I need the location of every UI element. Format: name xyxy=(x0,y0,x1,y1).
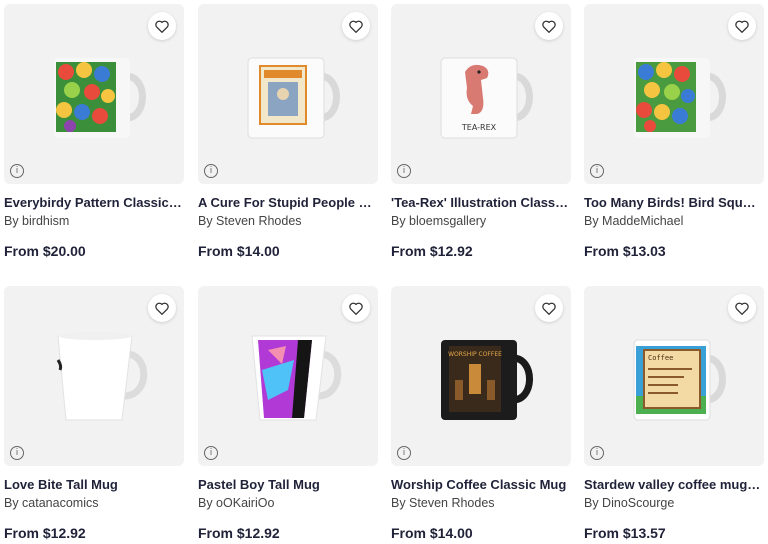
favorite-button[interactable] xyxy=(148,294,176,322)
product-price: From $14.00 xyxy=(198,243,280,259)
product-artist[interactable]: By oOKairiOo xyxy=(198,496,378,510)
product-card[interactable]: i Love Bite Tall Mug By catanacomics Fro… xyxy=(4,286,184,541)
product-price: From $12.92 xyxy=(198,525,280,541)
product-grid: i Everybirdy Pattern Classic Mug By bird… xyxy=(0,0,768,544)
heart-outline-icon xyxy=(735,302,749,315)
mug-pastel-tall-image xyxy=(251,335,342,421)
product-title[interactable]: Love Bite Tall Mug xyxy=(4,477,182,492)
info-icon[interactable]: i xyxy=(397,164,411,178)
mug-text: WORSHIP COFFEE xyxy=(448,351,502,358)
favorite-button[interactable] xyxy=(535,294,563,322)
favorite-button[interactable] xyxy=(728,294,756,322)
mug-white-tall-image xyxy=(56,332,148,421)
product-title[interactable]: Worship Coffee Classic Mug xyxy=(391,477,569,492)
product-price: From $13.57 xyxy=(584,525,666,541)
product-image[interactable]: i xyxy=(584,4,764,184)
product-title[interactable]: Stardew valley coffee mug Classic Mug xyxy=(584,477,762,492)
mug-tea-rex-image: TEA-REX xyxy=(440,57,533,139)
mug-birds-image xyxy=(54,58,146,138)
favorite-button[interactable] xyxy=(342,12,370,40)
mug-text: TEA-REX xyxy=(461,123,497,132)
product-price: From $13.03 xyxy=(584,243,666,259)
info-icon[interactable]: i xyxy=(397,446,411,460)
product-card[interactable]: i Pastel Boy Tall Mug By oOKairiOo From … xyxy=(198,286,378,541)
product-price: From $20.00 xyxy=(4,243,86,259)
favorite-button[interactable] xyxy=(342,294,370,322)
product-title[interactable]: A Cure For Stupid People Classic Mug xyxy=(198,195,376,210)
product-title[interactable]: Everybirdy Pattern Classic Mug xyxy=(4,195,182,210)
heart-outline-icon xyxy=(155,302,169,315)
info-icon[interactable]: i xyxy=(204,164,218,178)
favorite-button[interactable] xyxy=(148,12,176,40)
product-artist[interactable]: By catanacomics xyxy=(4,496,184,510)
mug-birds-image xyxy=(634,58,726,138)
product-artist[interactable]: By bloemsgallery xyxy=(391,214,571,228)
product-card[interactable]: Coffee i Stardew valley coffee mug Class… xyxy=(584,286,764,541)
product-image[interactable]: WORSHIP COFFEE i xyxy=(391,286,571,466)
product-image[interactable]: Coffee i xyxy=(584,286,764,466)
product-title[interactable]: 'Tea-Rex' Illustration Classic Mug xyxy=(391,195,569,210)
product-artist[interactable]: By Steven Rhodes xyxy=(391,496,571,510)
heart-outline-icon xyxy=(542,302,556,315)
product-artist[interactable]: By DinoScourge xyxy=(584,496,764,510)
product-price: From $12.92 xyxy=(391,243,473,259)
product-card[interactable]: WORSHIP COFFEE i Worship Coffee Classic … xyxy=(391,286,571,541)
mug-worship-coffee-image: WORSHIP COFFEE xyxy=(441,340,533,420)
product-card[interactable]: i A Cure For Stupid People Classic Mug B… xyxy=(198,4,378,259)
product-image[interactable]: i xyxy=(198,4,378,184)
info-icon[interactable]: i xyxy=(10,446,24,460)
info-icon[interactable]: i xyxy=(10,164,24,178)
heart-outline-icon xyxy=(735,20,749,33)
product-image[interactable]: TEA-REX i xyxy=(391,4,571,184)
product-card[interactable]: i Too Many Birds! Bird Squad Classic Mug… xyxy=(584,4,764,259)
favorite-button[interactable] xyxy=(728,12,756,40)
heart-outline-icon xyxy=(349,20,363,33)
heart-outline-icon xyxy=(155,20,169,33)
heart-outline-icon xyxy=(349,302,363,315)
info-icon[interactable]: i xyxy=(590,164,604,178)
product-image[interactable]: i xyxy=(198,286,378,466)
product-image[interactable]: i xyxy=(4,4,184,184)
product-artist[interactable]: By MaddeMichael xyxy=(584,214,764,228)
product-card[interactable]: i Everybirdy Pattern Classic Mug By bird… xyxy=(4,4,184,259)
product-price: From $12.92 xyxy=(4,525,86,541)
favorite-button[interactable] xyxy=(535,12,563,40)
info-icon[interactable]: i xyxy=(590,446,604,460)
product-title[interactable]: Too Many Birds! Bird Squad Classic Mug xyxy=(584,195,762,210)
mug-stupid-people-image xyxy=(247,57,340,139)
info-icon[interactable]: i xyxy=(204,446,218,460)
product-card[interactable]: TEA-REX i 'Tea-Rex' Illustration Classic… xyxy=(391,4,571,259)
product-artist[interactable]: By Steven Rhodes xyxy=(198,214,378,228)
product-image[interactable]: i xyxy=(4,286,184,466)
product-title[interactable]: Pastel Boy Tall Mug xyxy=(198,477,376,492)
heart-outline-icon xyxy=(542,20,556,33)
product-artist[interactable]: By birdhism xyxy=(4,214,184,228)
mug-text: Coffee xyxy=(648,354,673,362)
product-price: From $14.00 xyxy=(391,525,473,541)
mug-stardew-image: Coffee xyxy=(633,339,726,421)
